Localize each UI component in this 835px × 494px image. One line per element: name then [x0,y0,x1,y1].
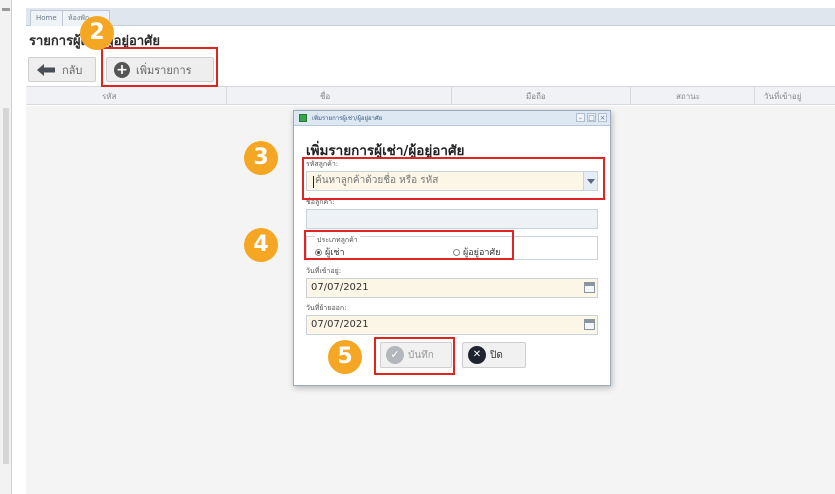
maximize-icon[interactable]: □ [587,113,596,122]
close-button-label: ปิด [490,349,503,361]
column-header-move-in[interactable]: วันที่เข้าอยู่ [764,90,801,103]
calendar-icon[interactable] [584,319,595,330]
side-panel-band [3,108,9,464]
move-out-date-value: 07/07/2021 [311,319,369,330]
collapse-grip-icon [2,8,10,11]
customer-name-field [306,209,598,229]
minimize-icon[interactable]: – [576,113,585,122]
column-header-name[interactable]: ชื่อ [320,90,330,103]
step-badge-4: 4 [244,228,278,262]
highlight-step-3 [302,157,605,200]
column-header-mobile[interactable]: มือถือ [526,90,546,103]
column-divider [226,87,227,104]
highlight-step-5 [374,337,455,375]
move-in-date-value: 07/07/2021 [311,282,369,293]
step-badge-5: 5 [328,340,362,374]
column-divider [754,87,755,104]
step-badge-2: 2 [80,16,114,50]
close-window-icon[interactable]: × [598,113,607,122]
move-out-label: วันที่ย้ายออก: [306,304,347,312]
left-collapse-strip[interactable] [0,0,12,494]
dialog-titlebar[interactable]: เพิ่มรายการผู้เช่า/ผู้อยู่อาศัย – □ × [294,111,610,126]
column-header-code[interactable]: รหัส [102,90,116,103]
tab-home[interactable]: Home [30,10,63,26]
close-circle-icon: ✕ [468,346,486,364]
table-header: รหัส ชื่อ มือถือ สถานะ วันที่เข้าอยู่ [26,86,835,105]
back-button[interactable]: กลับ [28,57,96,82]
close-button[interactable]: ✕ ปิด [462,342,526,368]
move-out-date-field[interactable]: 07/07/2021 [306,315,598,335]
highlight-step-2 [101,47,218,87]
back-arrow-icon [36,63,56,77]
move-in-label: วันที่เข้าอยู่: [306,267,342,275]
dialog-window-title: เพิ่มรายการผู้เช่า/ผู้อยู่อาศัย [312,115,383,122]
tab-bar: Home ห้องพัก [26,8,835,26]
column-header-status[interactable]: สถานะ [676,90,700,103]
highlight-step-4 [304,230,514,260]
back-button-label: กลับ [62,63,83,77]
move-in-date-field[interactable]: 07/07/2021 [306,278,598,298]
column-divider [451,87,452,104]
step-badge-3: 3 [244,141,278,175]
calendar-icon[interactable] [584,282,595,293]
column-divider [630,87,631,104]
window-icon [299,114,307,122]
